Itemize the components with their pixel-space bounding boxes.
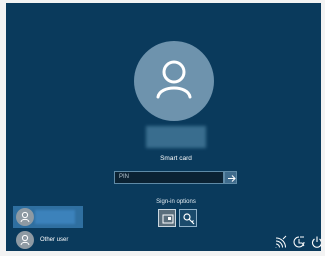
avatar [16, 231, 34, 249]
lock-screen: Smart card PIN Sign-in options Other use… [6, 3, 321, 251]
ease-of-access-icon [293, 236, 305, 248]
power-button[interactable] [310, 235, 321, 249]
key-icon [183, 213, 195, 225]
user-icon [156, 60, 192, 99]
network-icon [275, 235, 287, 248]
pin-input[interactable]: PIN [114, 171, 224, 184]
sign-in-options-label: Sign-in options [156, 199, 196, 205]
avatar [16, 208, 34, 226]
user-icon [20, 211, 30, 223]
user-avatar [134, 41, 214, 121]
other-user-label: Other user [40, 237, 69, 243]
user-icon [20, 234, 30, 246]
username-redacted [146, 126, 206, 148]
arrow-right-icon [228, 175, 236, 182]
pin-submit-button[interactable] [224, 171, 237, 184]
power-icon [312, 236, 321, 248]
ease-of-access-button[interactable] [292, 235, 306, 249]
smart-card-label: Smart card [160, 155, 192, 162]
smart-card-option-button[interactable] [158, 209, 176, 227]
pin-placeholder: PIN [119, 174, 130, 180]
user-tile-current[interactable] [13, 206, 83, 228]
network-button[interactable] [274, 235, 288, 249]
user-tile-other[interactable]: Other user [13, 229, 83, 251]
smart-card-icon [162, 214, 174, 224]
key-option-button[interactable] [179, 209, 197, 227]
user-name-redacted [35, 210, 75, 224]
